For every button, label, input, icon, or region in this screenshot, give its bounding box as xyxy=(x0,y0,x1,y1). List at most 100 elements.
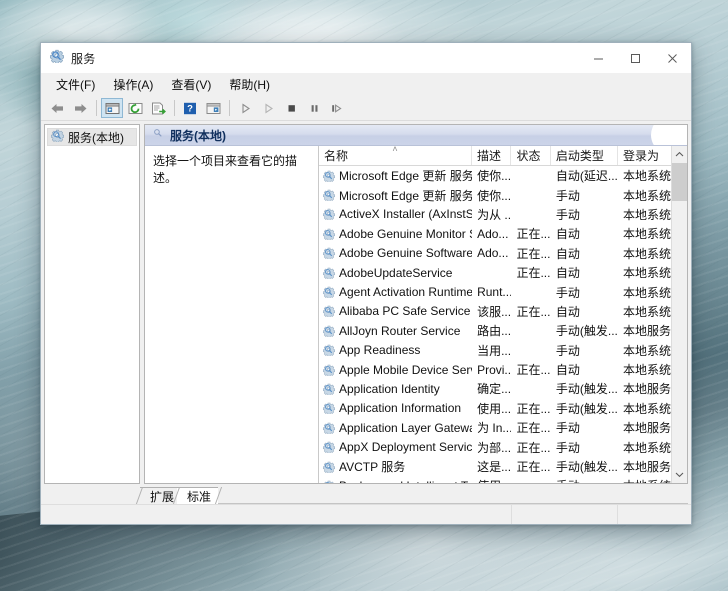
status-bar xyxy=(41,504,691,524)
cell-startup: 手动 xyxy=(555,188,580,203)
cell-startup: 自动 xyxy=(555,304,580,319)
cell-description: 使你... xyxy=(477,188,512,203)
table-row[interactable]: Background Intelligent Tra...使用...手动本地系统 xyxy=(319,476,687,483)
minimize-icon[interactable] xyxy=(580,43,617,73)
properties-icon[interactable] xyxy=(202,98,224,118)
cell-name: Application Identity xyxy=(319,382,472,396)
cell-status: 正在... xyxy=(516,246,551,261)
back-arrow-icon[interactable] xyxy=(46,98,68,118)
close-icon[interactable] xyxy=(654,43,691,73)
cell-name: Adobe Genuine Monitor S... xyxy=(319,227,472,241)
column-header-label: 启动类型 xyxy=(555,149,604,163)
sort-ascending-icon: ˄ xyxy=(392,146,398,154)
table-row[interactable]: Microsoft Edge 更新 服务 (...使你...手动本地系统 xyxy=(319,185,687,204)
table-row[interactable]: App Readiness 当用... 手动 本地系统 xyxy=(319,341,687,360)
cell-startup: 自动(延迟... xyxy=(555,169,618,184)
stop-service-icon[interactable] xyxy=(280,98,302,118)
cell-description: 为部... xyxy=(477,440,512,455)
tree-item-services-local[interactable]: 服务(本地) xyxy=(47,128,137,146)
service-gear-icon xyxy=(323,344,335,357)
view-tabs: 扩展 标准 xyxy=(41,484,691,504)
refresh-icon[interactable] xyxy=(124,98,146,118)
resume-service-icon[interactable] xyxy=(257,98,279,118)
service-name-label: Background Intelligent Tra... xyxy=(339,479,472,483)
tab-label: 标准 xyxy=(187,489,212,504)
toolbar-separator-1 xyxy=(96,100,97,116)
maximize-icon[interactable] xyxy=(617,43,654,73)
service-name-label: AVCTP 服务 xyxy=(339,460,406,475)
cell-name: AVCTP 服务 xyxy=(319,458,472,475)
table-row[interactable]: ActiveX Installer (AxInstSV) 为从 ... 手动 本地系统 xyxy=(319,205,687,224)
table-row[interactable]: Application Layer Gateway ... 为 In... 正在..… xyxy=(319,418,687,437)
table-row[interactable]: Microsoft Edge 更新 服务 (...使你...自动(延迟...本地… xyxy=(319,166,687,185)
cell-startup: 手动 xyxy=(551,477,618,483)
tree-item-label: 服务(本地) xyxy=(68,130,124,145)
cell-startup: 自动 xyxy=(555,246,580,261)
console-tree-pane: 服务(本地) xyxy=(44,124,140,484)
scroll-up-icon[interactable] xyxy=(672,146,688,163)
tab-standard[interactable]: 标准 xyxy=(177,487,219,504)
column-header-2[interactable]: 状态 xyxy=(511,146,551,165)
table-row[interactable]: Application Identity 确定... 手动(触发... 本地服务 xyxy=(319,379,687,398)
pause-service-icon[interactable] xyxy=(303,98,325,118)
description-placeholder-text: 选择一个项目来查看它的描述。 xyxy=(153,154,298,185)
list-rows-viewport[interactable]: Microsoft Edge 更新 服务 (...使你...自动(延迟...本地… xyxy=(319,166,687,483)
status-middle xyxy=(511,505,617,524)
scrollbar-track[interactable] xyxy=(671,163,688,466)
cell-name: Application Information xyxy=(319,401,472,415)
cell-name: ActiveX Installer (AxInstSV) xyxy=(319,207,472,221)
start-service-icon[interactable] xyxy=(234,98,256,118)
table-row[interactable]: Application Information 使用... 正在... 手动(触发..… xyxy=(319,399,687,418)
forward-arrow-icon[interactable] xyxy=(69,98,91,118)
service-name-label: AdobeUpdateService xyxy=(339,265,453,280)
service-gear-icon xyxy=(324,480,334,483)
menu-help[interactable]: 帮助(H) xyxy=(220,75,279,95)
cell-description: Ado... xyxy=(477,246,509,261)
service-gear-icon xyxy=(323,189,335,202)
cell-name: AdobeUpdateService xyxy=(319,266,472,280)
window-controls xyxy=(580,43,691,73)
table-row[interactable]: Alibaba PC Safe Service 该服... 正在... 自动 本地系统 xyxy=(319,302,687,321)
vertical-scrollbar[interactable] xyxy=(671,146,687,483)
service-gear-icon xyxy=(323,422,335,434)
column-header-label: 名称 xyxy=(324,149,349,163)
service-name-label: Microsoft Edge 更新 服务 (... xyxy=(339,188,473,203)
menu-view[interactable]: 查看(V) xyxy=(162,75,220,95)
title-bar[interactable]: 服务 xyxy=(41,43,691,73)
cell-description: 当用... xyxy=(477,343,512,358)
cell-description: Ado... xyxy=(477,226,509,241)
show-console-tree-icon[interactable] xyxy=(101,98,123,118)
table-row[interactable]: Agent Activation Runtime_...Runt...手动本地系… xyxy=(319,282,687,301)
scroll-down-icon[interactable] xyxy=(672,466,688,483)
help-icon[interactable]: ? xyxy=(179,98,201,118)
table-row[interactable]: AllJoyn Router Service 路由... 手动(触发... 本地服务 xyxy=(319,321,687,340)
column-header-3[interactable]: 启动类型 xyxy=(551,146,618,165)
scrollbar-thumb[interactable] xyxy=(671,163,687,201)
table-row[interactable]: Adobe Genuine Software I... Ado... 正在... 自动… xyxy=(319,244,687,263)
cell-startup: 手动 xyxy=(555,343,580,358)
table-row[interactable]: Adobe Genuine Monitor S...Ado...正在...自动本… xyxy=(319,224,687,243)
table-row[interactable]: AVCTP 服务 这是... 正在... 手动(触发... 本地服务 xyxy=(319,457,687,476)
service-name-label: AppX Deployment Service ... xyxy=(339,440,473,455)
export-list-icon[interactable] xyxy=(147,98,169,118)
result-pane-title: 服务(本地) xyxy=(170,128,226,143)
cell-name: Microsoft Edge 更新 服务 (... xyxy=(319,187,472,204)
table-row[interactable]: AppX Deployment Service ...为部...正在...手动本… xyxy=(319,437,687,456)
service-gear-icon xyxy=(323,267,335,279)
service-name-label: Adobe Genuine Monitor S... xyxy=(339,226,472,241)
menu-file[interactable]: 文件(F) xyxy=(47,75,104,95)
cell-name: AppX Deployment Service ... xyxy=(319,440,472,454)
column-header-1[interactable]: 描述 xyxy=(472,146,512,165)
cell-status: 正在... xyxy=(516,440,551,455)
menu-action[interactable]: 操作(A) xyxy=(104,75,162,95)
services-list: ˄ 名称 描述状态启动类型 登录为 Microsoft Edge 更新 服务 (...… xyxy=(319,146,688,483)
service-gear-icon xyxy=(323,403,335,415)
table-row[interactable]: Apple Mobile Device Servi... Provi... 正在..… xyxy=(319,360,687,379)
restart-service-icon[interactable] xyxy=(326,98,348,118)
column-header-0[interactable]: ˄ 名称 xyxy=(319,146,473,165)
services-gear-icon xyxy=(152,126,164,144)
list-column-headers: ˄ 名称 描述 状态 启动类型 登录为 xyxy=(319,146,688,166)
table-row[interactable]: AdobeUpdateService 正在... 自动 本地系统 xyxy=(319,263,687,282)
column-header-label: 描述 xyxy=(477,149,502,163)
cell-name: Agent Activation Runtime_... xyxy=(319,285,472,299)
